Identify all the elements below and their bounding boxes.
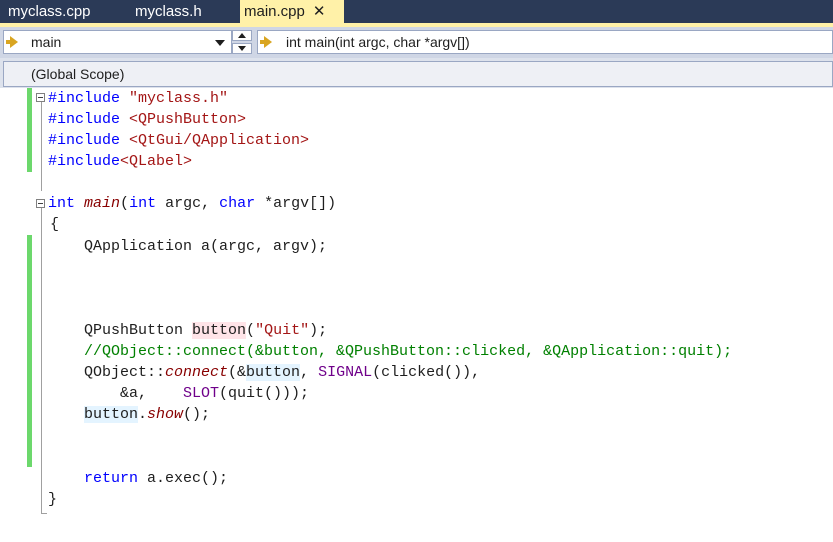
code-line: QApplication a(argc, argv); (84, 238, 328, 255)
code-line: //QObject::connect(&button, &QPushButton… (84, 343, 733, 360)
nav-spinner (232, 30, 254, 54)
member-arrow-icon (10, 36, 18, 48)
member-dropdown[interactable]: main (3, 30, 232, 54)
tab-myclass-h[interactable]: myclass.h (135, 0, 202, 23)
outlining-line (41, 102, 42, 191)
document-tab-strip: myclass.cpp myclass.h main.cpp ✕ (0, 0, 833, 23)
function-dropdown-value: int main(int argc, char *argv[]) (286, 34, 470, 50)
code-text[interactable]: #include "myclass.h" #include <QPushButt… (48, 88, 732, 508)
tab-main-cpp[interactable]: main.cpp ✕ (240, 0, 344, 23)
collapse-icon[interactable] (36, 93, 45, 102)
code-line: button.show(); (84, 406, 211, 423)
code-line: #include <QPushButton> (48, 111, 247, 128)
code-line: #include<QLabel> (48, 153, 193, 170)
outlining-line (41, 208, 42, 514)
collapse-icon[interactable] (36, 199, 45, 208)
tab-label: main.cpp (244, 3, 305, 20)
code-line: &a, SLOT(quit())); (120, 385, 310, 402)
tab-label: myclass.cpp (8, 3, 91, 20)
scope-bar: (Global Scope) (0, 58, 833, 88)
tab-myclass-cpp[interactable]: myclass.cpp (8, 0, 91, 23)
code-line: { (50, 216, 60, 233)
code-line: #include "myclass.h" (48, 90, 229, 107)
code-line: return a.exec(); (84, 470, 229, 487)
change-marker (27, 235, 32, 467)
close-icon[interactable]: ✕ (313, 0, 326, 23)
change-marker (27, 88, 32, 172)
code-line: QObject::connect(&button, SIGNAL(clicked… (84, 364, 481, 381)
member-dropdown-value: main (31, 34, 62, 50)
tab-label: myclass.h (135, 3, 202, 20)
spin-down-button[interactable] (232, 43, 252, 54)
chevron-down-icon[interactable] (215, 40, 225, 46)
code-line: #include <QtGui/QApplication> (48, 132, 310, 149)
function-dropdown[interactable]: int main(int argc, char *argv[]) (257, 30, 833, 54)
scope-dropdown[interactable]: (Global Scope) (3, 61, 833, 87)
code-line: } (48, 491, 58, 508)
navigation-bar: main int main(int argc, char *argv[]) (0, 27, 833, 58)
function-arrow-icon (264, 36, 272, 48)
code-line: QPushButton button("Quit"); (84, 322, 328, 339)
code-editor[interactable]: #include "myclass.h" #include <QPushButt… (0, 88, 833, 542)
outline-end-tick (41, 513, 47, 514)
code-line: int main(int argc, char *argv[]) (48, 195, 337, 212)
spin-up-button[interactable] (232, 30, 252, 41)
scope-dropdown-value: (Global Scope) (31, 66, 125, 82)
